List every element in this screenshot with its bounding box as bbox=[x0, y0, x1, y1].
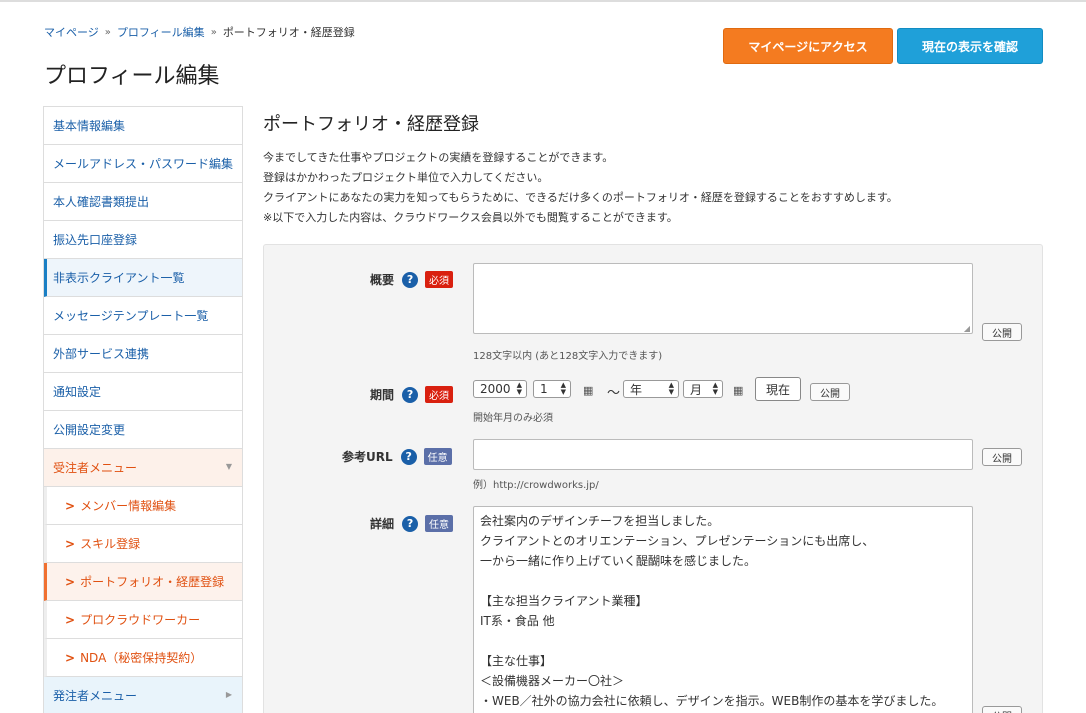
intro-line: クライアントにあなたの実力を知ってもらうために、できるだけ多くのポートフォリオ・… bbox=[263, 191, 898, 204]
client-menu-label: 発注者メニュー bbox=[53, 689, 138, 703]
start-month-value: 1 bbox=[540, 382, 548, 396]
sidebar-item-basic-info[interactable]: 基本情報編集 bbox=[44, 107, 242, 145]
intro-text: 今までしてきた仕事やプロジェクトの実績を登録することができます。 登録はかかわっ… bbox=[263, 148, 898, 228]
sub-item-label: スキル登録 bbox=[80, 537, 141, 551]
sidebar-item-email-password[interactable]: メールアドレス・パスワード編集 bbox=[44, 145, 242, 183]
sidebar-item-message-templates[interactable]: メッセージテンプレート一覧 bbox=[44, 297, 242, 335]
calendar-icon[interactable]: ▦ bbox=[583, 384, 593, 397]
chevron-right-icon: > bbox=[65, 612, 76, 627]
optional-badge: 任意 bbox=[423, 448, 452, 465]
period-label-text: 期間 bbox=[370, 388, 395, 402]
calendar-icon[interactable]: ▦ bbox=[733, 384, 743, 397]
period-public-button[interactable]: 公開 bbox=[810, 383, 850, 401]
url-label: 参考URL ? 任意 bbox=[342, 448, 452, 465]
summary-textarea[interactable]: ◢ bbox=[473, 263, 973, 334]
url-example-note: 例）http://crowdworks.jp/ bbox=[473, 480, 599, 491]
summary-label: 概要 ? 必須 bbox=[370, 271, 454, 288]
breadcrumb-separator: » bbox=[104, 26, 111, 38]
chevron-right-icon: > bbox=[65, 536, 76, 551]
sidebar-item-notifications[interactable]: 通知設定 bbox=[44, 373, 242, 411]
required-badge: 必須 bbox=[425, 386, 454, 403]
sidebar-sub-item-skills[interactable]: > スキル登録 bbox=[44, 525, 242, 563]
chevron-right-icon: > bbox=[65, 650, 76, 665]
sidebar-item-hidden-clients[interactable]: 非表示クライアント一覧 bbox=[44, 259, 242, 297]
contractor-menu-label: 受注者メニュー bbox=[53, 461, 138, 475]
optional-badge: 任意 bbox=[425, 515, 454, 532]
detail-public-button[interactable]: 公開 bbox=[982, 706, 1022, 713]
detail-textarea-content: 会社案内のデザインチーフを担当しました。 クライアントとのオリエンテーション、プ… bbox=[480, 514, 944, 708]
current-button[interactable]: 現在 bbox=[755, 377, 801, 401]
chevron-down-icon: ▼ bbox=[225, 462, 232, 471]
sidebar-item-identity-docs[interactable]: 本人確認書類提出 bbox=[44, 183, 242, 221]
section-title: ポートフォリオ・経歴登録 bbox=[263, 114, 479, 135]
end-year-value: 年 bbox=[630, 382, 643, 397]
select-arrows-icon: ▲ ▼ bbox=[560, 381, 566, 396]
chevron-right-icon: ▶ bbox=[225, 690, 232, 699]
sidebar-item-external-services[interactable]: 外部サービス連携 bbox=[44, 335, 242, 373]
breadcrumb: マイページ » プロフィール編集 » ポートフォリオ・経歴登録 bbox=[44, 24, 355, 40]
detail-label-text: 詳細 bbox=[370, 517, 395, 531]
help-icon[interactable]: ? bbox=[402, 271, 419, 288]
sub-item-label: プロクラウドワーカー bbox=[80, 613, 201, 627]
url-label-text: 参考URL bbox=[342, 450, 393, 464]
chevron-right-icon: > bbox=[65, 574, 76, 589]
detail-textarea[interactable]: 会社案内のデザインチーフを担当しました。 クライアントとのオリエンテーション、プ… bbox=[473, 506, 973, 713]
sidebar-sub-item-pro-crowdworker[interactable]: > プロクラウドワーカー bbox=[44, 601, 242, 639]
sidebar-client-menu[interactable]: 発注者メニュー ▶ bbox=[44, 677, 242, 713]
required-badge: 必須 bbox=[425, 271, 454, 288]
portfolio-form: 概要 ? 必須 ◢ 公開 128文字以内 (あと128文字入力できます) 期間 … bbox=[263, 244, 1043, 713]
select-arrows-icon: ▲ ▼ bbox=[516, 381, 522, 396]
mypage-access-button[interactable]: マイページにアクセス bbox=[723, 28, 893, 64]
resize-handle-icon[interactable]: ◢ bbox=[964, 324, 970, 333]
breadcrumb-separator: » bbox=[210, 26, 217, 38]
start-month-select[interactable]: 1 ▲ ▼ bbox=[533, 380, 571, 398]
summary-label-text: 概要 bbox=[370, 273, 395, 287]
sidebar: 基本情報編集 メールアドレス・パスワード編集 本人確認書類提出 振込先口座登録 … bbox=[43, 106, 243, 713]
preview-display-button[interactable]: 現在の表示を確認 bbox=[897, 28, 1043, 64]
intro-line: 登録はかかわったプロジェクト単位で入力してください。 bbox=[263, 171, 549, 184]
sidebar-sub-item-nda[interactable]: > NDA（秘密保持契約） bbox=[44, 639, 242, 677]
summary-public-button[interactable]: 公開 bbox=[982, 323, 1022, 341]
sub-item-label: ポートフォリオ・経歴登録 bbox=[80, 575, 225, 589]
breadcrumb-current: ポートフォリオ・経歴登録 bbox=[222, 26, 355, 39]
reference-url-input[interactable] bbox=[473, 439, 973, 470]
start-year-select[interactable]: 2000 ▲ ▼ bbox=[473, 380, 527, 398]
chevron-right-icon: > bbox=[65, 498, 76, 513]
start-year-value: 2000 bbox=[480, 382, 511, 396]
url-public-button[interactable]: 公開 bbox=[982, 448, 1022, 466]
end-month-value: 月 bbox=[690, 382, 703, 397]
help-icon[interactable]: ? bbox=[400, 448, 417, 465]
sidebar-item-public-settings[interactable]: 公開設定変更 bbox=[44, 411, 242, 449]
breadcrumb-profile-link[interactable]: プロフィール編集 bbox=[117, 24, 205, 40]
select-arrows-icon: ▲ ▼ bbox=[712, 381, 718, 396]
detail-label: 詳細 ? 任意 bbox=[370, 515, 454, 532]
end-month-select[interactable]: 月 ▲ ▼ bbox=[683, 380, 723, 398]
period-tilde: 〜 bbox=[607, 386, 621, 401]
sub-item-label: NDA（秘密保持契約） bbox=[80, 651, 203, 665]
end-year-select[interactable]: 年 ▲ ▼ bbox=[623, 380, 679, 398]
page-title: プロフィール編集 bbox=[44, 64, 220, 89]
sub-item-label: メンバー情報編集 bbox=[80, 499, 177, 513]
help-icon[interactable]: ? bbox=[402, 515, 419, 532]
intro-line: ※以下で入力した内容は、クラウドワークス会員以外でも閲覧することができます。 bbox=[263, 211, 678, 224]
period-label: 期間 ? 必須 bbox=[370, 386, 454, 403]
sidebar-contractor-menu[interactable]: 受注者メニュー ▼ bbox=[44, 449, 242, 487]
breadcrumb-mypage-link[interactable]: マイページ bbox=[44, 24, 99, 40]
sidebar-sub-item-portfolio[interactable]: > ポートフォリオ・経歴登録 bbox=[44, 563, 242, 601]
top-border bbox=[0, 0, 1086, 2]
sidebar-item-bank-account[interactable]: 振込先口座登録 bbox=[44, 221, 242, 259]
select-arrows-icon: ▲ ▼ bbox=[668, 381, 674, 396]
period-note: 開始年月のみ必須 bbox=[473, 413, 553, 424]
help-icon[interactable]: ? bbox=[402, 386, 419, 403]
sidebar-sub-item-member-info[interactable]: > メンバー情報編集 bbox=[44, 487, 242, 525]
intro-line: 今までしてきた仕事やプロジェクトの実績を登録することができます。 bbox=[263, 151, 614, 164]
summary-char-count: 128文字以内 (あと128文字入力できます) bbox=[473, 351, 663, 362]
